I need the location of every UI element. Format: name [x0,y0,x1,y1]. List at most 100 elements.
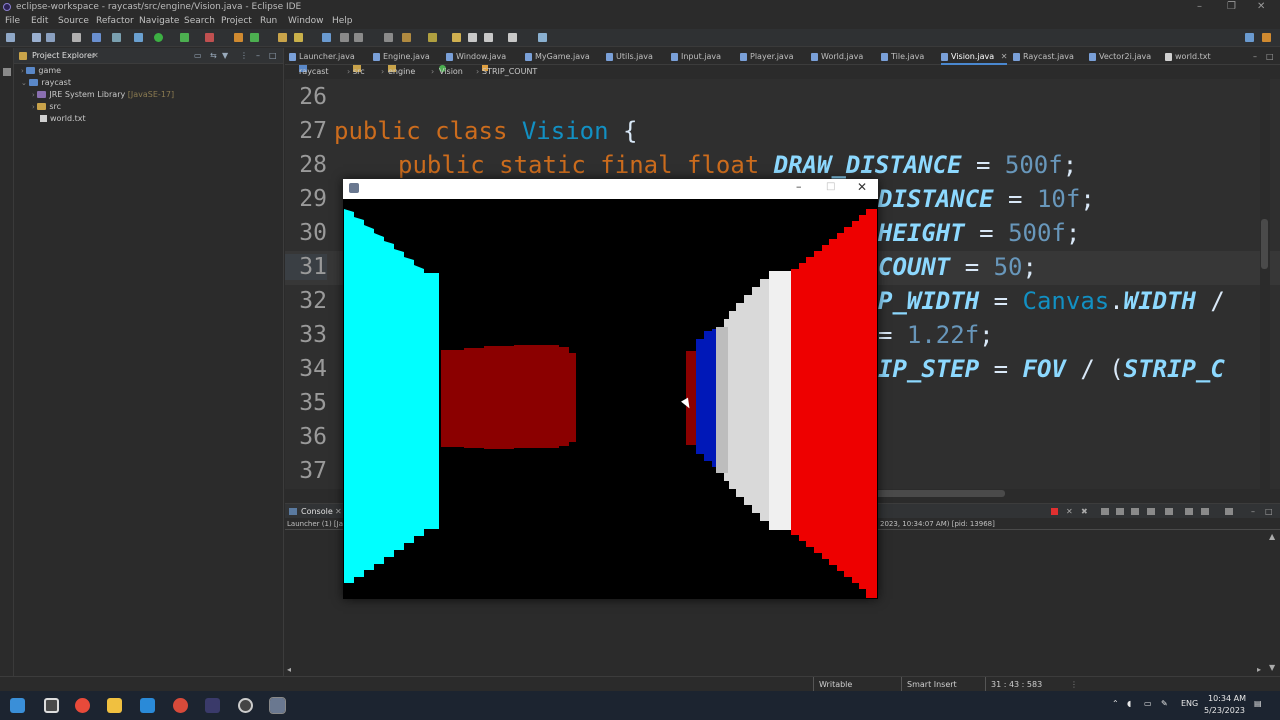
java-perspective-icon[interactable] [1262,33,1271,42]
perspective-icon[interactable] [1245,33,1254,42]
start-menu-icon[interactable] [10,698,25,713]
tab-input[interactable]: Input.java [671,48,721,65]
minimize-view-icon[interactable]: – [1251,504,1255,519]
close-button[interactable]: ✕ [1257,0,1265,14]
chrome-profile-icon[interactable] [173,698,188,713]
external-tools-icon[interactable] [205,33,214,42]
tab-player[interactable]: Player.java [740,48,793,65]
scroll-down-icon[interactable]: ▼ [1269,663,1275,672]
maximize-view-icon[interactable]: □ [269,48,277,64]
filter-icon[interactable]: ▼ [222,48,228,64]
game-close-button[interactable]: ✕ [857,180,867,194]
close-tab-icon[interactable]: ✕ [1001,52,1008,61]
maximize-button[interactable]: ❐ [1227,0,1236,14]
status-menu-icon[interactable]: ⋮ [1070,677,1078,692]
toggle-block-selection-icon[interactable] [340,33,349,42]
remove-launch-icon[interactable]: ✕ [1066,504,1073,519]
scroll-lock-icon[interactable] [1116,508,1124,515]
minimize-editor-icon[interactable]: – [1253,48,1257,65]
chrome-icon[interactable] [75,698,90,713]
menu-window[interactable]: Window [288,14,324,29]
skip-breakpoints-icon[interactable] [112,33,121,42]
new-java-project-icon[interactable] [234,33,243,42]
vscode-icon[interactable] [140,698,155,713]
close-tab-icon[interactable]: ✕ [335,504,342,519]
close-tab-icon[interactable]: ✕ [92,48,99,64]
clock-date[interactable]: 5/23/2023 [1204,706,1245,715]
last-edit-location-icon[interactable] [452,33,461,42]
pin-console-icon[interactable] [1147,508,1155,515]
tab-tile[interactable]: Tile.java [881,48,924,65]
maximize-view-icon[interactable]: □ [1265,504,1273,519]
maximize-editor-icon[interactable]: □ [1266,48,1274,65]
display-selected-console-icon[interactable] [1165,508,1173,515]
scrollbar-thumb[interactable] [1261,219,1268,269]
menu-navigate[interactable]: Navigate [139,14,179,29]
tab-raycast[interactable]: Raycast.java [1013,48,1074,65]
eclipse-taskbar-icon[interactable] [205,698,220,713]
terminate-icon[interactable] [1051,508,1058,515]
minimize-button[interactable]: – [1197,0,1202,14]
game-canvas[interactable] [344,199,877,598]
tab-utils[interactable]: Utils.java [606,48,653,65]
open-console-icon[interactable] [1185,508,1193,515]
tree-item-raycast[interactable]: ⌄ raycast [21,78,71,87]
pin-editor-icon[interactable] [538,33,547,42]
speaker-icon[interactable]: ◖ [1127,699,1131,708]
menu-run[interactable]: Run [260,14,277,29]
toggle-whitespace-icon[interactable] [354,33,363,42]
tree-item-world-txt[interactable]: world.txt [40,114,86,123]
new-console-icon[interactable] [1201,508,1209,515]
network-icon[interactable]: ▭ [1144,699,1152,708]
menu-file[interactable]: File [5,14,20,29]
restore-icon[interactable] [3,68,11,76]
game-maximize-button[interactable]: □ [826,181,835,192]
tab-world[interactable]: World.java [811,48,863,65]
next-annotation-icon[interactable] [402,33,411,42]
terminal-icon[interactable] [92,33,101,42]
java-app-taskbar-icon[interactable] [269,697,286,714]
link-editor-icon[interactable]: ⇆ [210,48,217,64]
collapse-all-icon[interactable]: ▭ [194,48,202,64]
new-icon[interactable] [6,33,15,42]
coverage-icon[interactable] [180,33,189,42]
clear-console-icon[interactable] [1101,508,1109,515]
toggle-mark-occurrences-icon[interactable] [322,33,331,42]
save-all-icon[interactable] [46,33,55,42]
task-view-icon[interactable] [44,698,59,713]
file-explorer-icon[interactable] [107,698,122,713]
game-minimize-button[interactable]: – [796,180,802,193]
menu-search[interactable]: Search [184,14,215,29]
scroll-up-icon[interactable]: ▲ [1269,532,1275,541]
tree-item-game[interactable]: › game [21,66,61,75]
forward-icon[interactable] [484,33,493,42]
tab-vision[interactable]: Vision.java ✕ [941,48,1008,65]
tab-launcher[interactable]: Launcher.java [289,48,355,65]
remove-all-launches-icon[interactable]: ✖ [1081,504,1088,519]
navigate-forward-icon[interactable] [508,33,517,42]
tab-vector2i[interactable]: Vector2i.java [1089,48,1151,65]
search-icon[interactable] [294,33,303,42]
notifications-icon[interactable]: ▤ [1254,699,1262,708]
print-icon[interactable] [72,33,81,42]
menu-help[interactable]: Help [332,14,353,29]
obs-icon[interactable] [238,698,253,713]
back-icon[interactable] [468,33,477,42]
clock-time[interactable]: 10:34 AM [1208,694,1246,703]
previous-annotation-icon[interactable] [428,33,437,42]
tab-engine[interactable]: Engine.java [373,48,430,65]
word-wrap-icon[interactable] [1131,508,1139,515]
show-whitespace-icon[interactable] [384,33,393,42]
open-type-icon[interactable] [278,33,287,42]
tab-world-txt[interactable]: world.txt [1165,48,1211,65]
tab-mygame[interactable]: MyGame.java [525,48,590,65]
scroll-left-icon[interactable]: ◂ [287,665,291,674]
run-icon[interactable] [154,33,163,42]
tab-console[interactable]: Console [301,504,333,519]
tree-item-jre-library[interactable]: › JRE System Library [JavaSE-17] [32,90,174,99]
game-window[interactable]: – □ ✕ [343,179,878,599]
save-icon[interactable] [32,33,41,42]
tab-window[interactable]: Window.java [446,48,506,65]
debug-icon[interactable] [134,33,143,42]
new-package-icon[interactable] [250,33,259,42]
